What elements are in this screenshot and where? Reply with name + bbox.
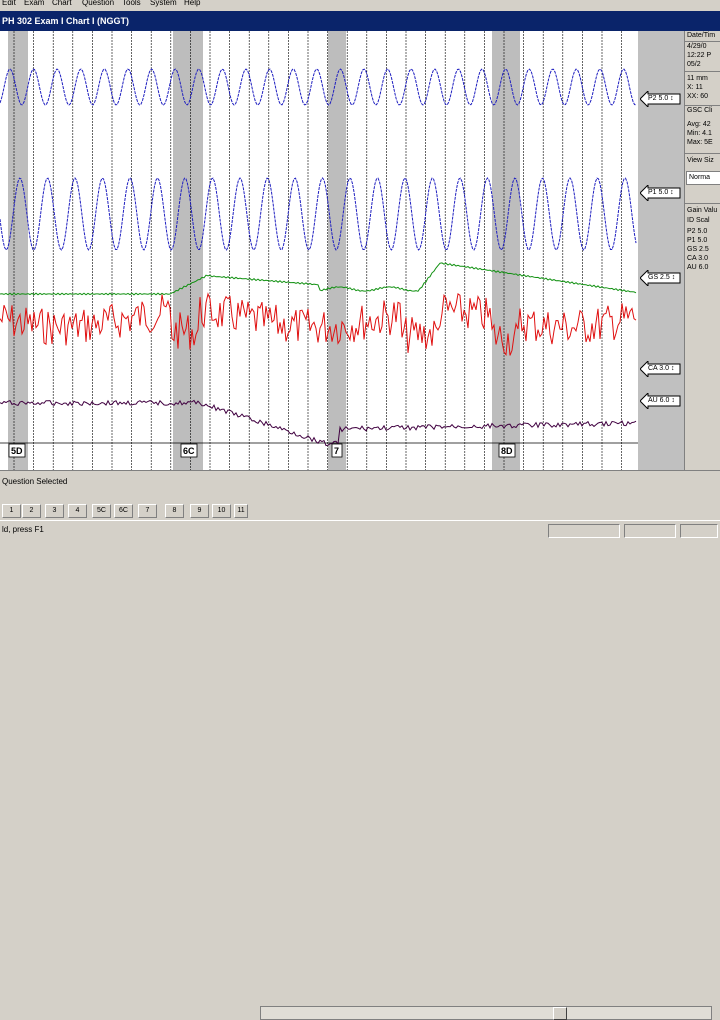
status-panel <box>624 524 676 538</box>
menu-exam[interactable]: Exam <box>24 0 44 8</box>
nav-button-1[interactable]: 1 <box>2 504 21 518</box>
gsc-line: Max: 5E <box>687 139 713 146</box>
status-panel <box>548 524 620 538</box>
nav-button-9[interactable]: 9 <box>190 504 209 518</box>
question-band <box>492 31 520 470</box>
question-label: 8D <box>501 446 513 456</box>
divider <box>685 153 720 154</box>
pneumo-upper-trace <box>0 68 637 106</box>
menu-help[interactable]: Help <box>184 0 200 8</box>
gain-line: AU 6.0 <box>687 264 709 271</box>
question-band <box>328 31 346 470</box>
channel-marker-p2[interactable]: P2 5.0 ↕ <box>640 91 682 107</box>
channel-marker-label: P2 5.0 ↕ <box>648 95 674 102</box>
gain-line: P2 5.0 <box>687 228 708 235</box>
activity-trace <box>0 399 637 447</box>
chart-scrollbar[interactable] <box>260 1006 712 1020</box>
nav-button-6c[interactable]: 6C <box>114 504 133 518</box>
gsc-line: Min: 4.1 <box>687 130 712 137</box>
menu-bar: Edit Exam Chart Question Tools System He… <box>0 0 720 8</box>
polygraph-chart[interactable]: 5D 6C 7 8D <box>0 31 638 470</box>
divider <box>685 203 720 204</box>
question-label: 6C <box>183 446 195 456</box>
menu-system[interactable]: System <box>150 0 177 8</box>
window-title-bar: PH 302 Exam I Chart I (NGGT) <box>0 11 720 31</box>
scale-line: X: 11 <box>687 84 703 91</box>
question-status-area: Question Selected <box>0 470 720 503</box>
cardio-trace <box>0 292 637 357</box>
menu-edit[interactable]: Edit <box>2 0 16 8</box>
date-time-label: Date/Tim <box>687 32 716 39</box>
question-nav-bar: 1 2 3 4 5C 6C 7 8 9 10 11 <box>0 502 720 1020</box>
view-size-select[interactable]: Norma <box>686 171 720 185</box>
question-status: Question Selected <box>2 477 68 486</box>
scale-line: 11 mm <box>687 75 708 82</box>
gain-line: CA 3.0 <box>687 255 709 262</box>
scale-line: XX: 60 <box>687 93 709 100</box>
gain-line: GS 2.5 <box>687 246 709 253</box>
pneumo-lower-trace <box>0 177 637 251</box>
channel-marker-ca[interactable]: CA 3.0 ↕ <box>640 361 682 377</box>
channel-marker-p1[interactable]: P1 5.0 ↕ <box>640 185 682 201</box>
view-size-value: Norma <box>689 174 711 181</box>
divider <box>685 105 720 106</box>
channel-marker-gs[interactable]: GS 2.5 ↕ <box>640 270 682 286</box>
nav-button-2[interactable]: 2 <box>22 504 41 518</box>
channel-marker-au[interactable]: AU 6.0 ↕ <box>640 393 682 409</box>
gsc-label: GSC Cli <box>687 107 713 114</box>
menu-tools[interactable]: Tools <box>122 0 141 8</box>
nav-button-5c[interactable]: 5C <box>92 504 111 518</box>
status-panel <box>680 524 718 538</box>
gain-header: ID Scal <box>687 217 710 224</box>
divider <box>685 41 720 42</box>
channel-marker-column: P2 5.0 ↕ P1 5.0 ↕ GS 2.5 ↕ CA 3.0 ↕ AU 6… <box>638 31 684 470</box>
gain-values-label: Gain Valu <box>687 207 718 214</box>
channel-marker-label: CA 3.0 ↕ <box>648 365 675 372</box>
status-message: ld, press F1 <box>2 525 44 534</box>
divider <box>685 71 720 72</box>
info-side-panel: Date/Tim 4/29/0 12:22 P 05/2 11 mm X: 11… <box>684 31 720 470</box>
status-bar: ld, press F1 <box>0 520 720 541</box>
date-line: 12:22 P <box>687 52 712 59</box>
menu-chart[interactable]: Chart <box>52 0 72 8</box>
channel-marker-label: GS 2.5 ↕ <box>648 274 676 281</box>
nav-button-4[interactable]: 4 <box>68 504 87 518</box>
nav-button-8[interactable]: 8 <box>165 504 184 518</box>
view-size-label: View Siz <box>687 157 714 164</box>
nav-button-7[interactable]: 7 <box>138 504 157 518</box>
date-line: 4/29/0 <box>687 43 707 50</box>
channel-marker-label: P1 5.0 ↕ <box>648 189 674 196</box>
menu-question[interactable]: Question <box>82 0 114 8</box>
window-title: PH 302 Exam I Chart I (NGGT) <box>2 16 130 26</box>
question-label: 5D <box>11 446 23 456</box>
question-label: 7 <box>334 446 339 456</box>
date-line: 05/2 <box>687 61 701 68</box>
gsc-line: Avg: 42 <box>687 121 711 128</box>
nav-button-11[interactable]: 11 <box>234 504 248 518</box>
nav-button-3[interactable]: 3 <box>45 504 64 518</box>
gsr-trace <box>0 262 637 296</box>
nav-button-10[interactable]: 10 <box>212 504 231 518</box>
chart-canvas: 5D 6C 7 8D <box>0 31 638 470</box>
scrollbar-thumb[interactable] <box>553 1007 567 1020</box>
gain-line: P1 5.0 <box>687 237 708 244</box>
channel-marker-label: AU 6.0 ↕ <box>648 397 675 404</box>
